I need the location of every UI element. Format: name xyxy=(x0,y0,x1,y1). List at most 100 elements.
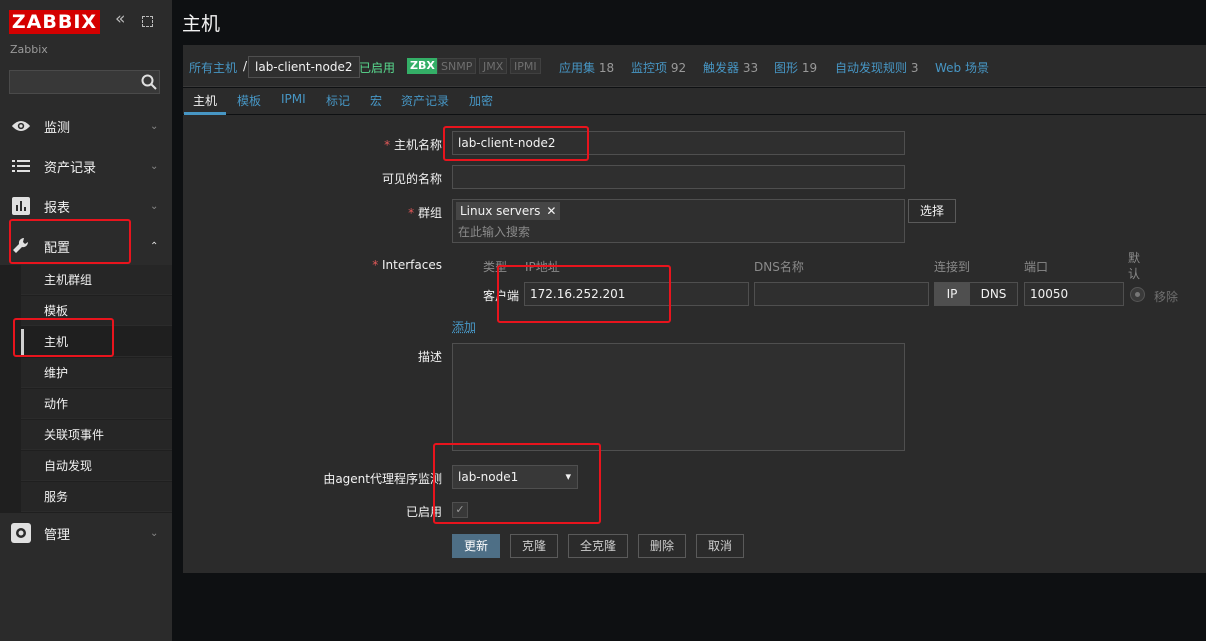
submenu-host-groups[interactable]: 主机群组 xyxy=(21,265,172,295)
interface-col-port: 端口 xyxy=(1024,260,1049,274)
interface-port-input[interactable]: 10050 xyxy=(1024,282,1124,306)
nav-applications[interactable]: 应用集 18 xyxy=(559,59,614,76)
host-name-label: * 主机名称 xyxy=(182,136,442,153)
chevron-up-icon: ⌃ xyxy=(150,240,159,252)
description-textarea[interactable] xyxy=(452,343,905,451)
menu-reports-label: 报表 xyxy=(44,200,71,216)
search-icon[interactable] xyxy=(140,73,158,91)
groups-label: * 群组 xyxy=(182,204,442,221)
nav-applications-label: 应用集 xyxy=(559,61,596,75)
breadcrumb-separator: / xyxy=(243,59,248,73)
full-clone-button[interactable]: 全克隆 xyxy=(568,534,628,558)
connect-to-ip-button[interactable]: IP xyxy=(934,282,970,306)
nav-items-count: 92 xyxy=(670,61,687,75)
tab-encryption[interactable]: 加密 xyxy=(469,92,493,109)
highlight-box-ip-address xyxy=(497,265,671,323)
tab-templates[interactable]: 模板 xyxy=(237,92,261,109)
required-mark: * xyxy=(384,138,391,152)
nav-graphs-label: 图形 xyxy=(774,61,799,75)
page-title: 主机 xyxy=(182,13,221,35)
submenu-discovery[interactable]: 自动发现 xyxy=(21,451,172,481)
nav-triggers[interactable]: 触发器 33 xyxy=(703,59,758,76)
kiosk-mode-icon[interactable] xyxy=(142,16,153,27)
nav-discovery-rules-label: 自动发现规则 xyxy=(835,61,908,75)
nav-triggers-count: 33 xyxy=(742,61,759,75)
group-chip-label: Linux servers xyxy=(460,204,541,218)
interfaces-label-text: Interfaces xyxy=(382,258,442,272)
enabled-label: 已启用 xyxy=(405,505,442,519)
chevron-down-icon: ⌄ xyxy=(150,160,159,172)
bar-chart-icon xyxy=(11,196,31,216)
interface-col-dns: DNS名称 xyxy=(754,260,804,274)
tab-macros[interactable]: 宏 xyxy=(370,92,382,109)
nav-discovery-rules-count: 3 xyxy=(910,61,919,75)
nav-applications-count: 18 xyxy=(598,61,615,75)
tab-tags[interactable]: 标记 xyxy=(326,92,350,109)
submenu-services[interactable]: 服务 xyxy=(21,482,172,512)
highlight-box-configuration xyxy=(9,219,131,264)
nav-items-label: 监控项 xyxy=(631,61,668,75)
clone-button[interactable]: 克隆 xyxy=(510,534,558,558)
required-mark: * xyxy=(372,258,379,272)
cancel-button[interactable]: 取消 xyxy=(696,534,744,558)
menu-administration[interactable]: 管理 ⌄ xyxy=(0,513,172,553)
availability-snmp-badge: SNMP xyxy=(437,58,477,74)
sidebar-search-input[interactable] xyxy=(9,70,160,94)
visible-name-label: 可见的名称 xyxy=(381,172,442,186)
nav-items[interactable]: 监控项 92 xyxy=(631,59,686,76)
delete-button[interactable]: 删除 xyxy=(638,534,686,558)
highlight-box-hosts xyxy=(13,318,114,357)
connect-to-dns-button[interactable]: DNS xyxy=(969,282,1018,306)
breadcrumb-all-hosts[interactable]: 所有主机 xyxy=(189,59,237,76)
menu-inventory-label: 资产记录 xyxy=(44,160,97,176)
availability-ipmi-badge: IPMI xyxy=(510,58,541,74)
nav-web-scenarios-label: Web 场景 xyxy=(935,61,989,75)
remove-interface-link[interactable]: 移除 xyxy=(1154,288,1178,305)
nav-triggers-label: 触发器 xyxy=(703,61,740,75)
interface-dns-input[interactable] xyxy=(754,282,929,306)
nav-graphs-count: 19 xyxy=(801,61,818,75)
host-name-label-text: 主机名称 xyxy=(393,138,442,152)
tab-host[interactable]: 主机 xyxy=(193,92,217,109)
submenu-event-correlation[interactable]: 关联项事件 xyxy=(21,420,172,450)
eye-icon xyxy=(11,116,31,136)
update-button[interactable]: 更新 xyxy=(452,534,500,558)
group-chip-linux-servers: Linux servers ✕ xyxy=(456,202,561,220)
interface-col-connect: 连接到 xyxy=(934,260,971,274)
configuration-submenu: 主机群组 模板 主机 维护 动作 关联项事件 自动发现 服务 xyxy=(0,265,172,513)
groups-search-placeholder[interactable]: 在此输入搜索 xyxy=(458,223,530,240)
nav-discovery-rules[interactable]: 自动发现规则 3 xyxy=(835,59,918,76)
submenu-maintenance[interactable]: 维护 xyxy=(21,358,172,388)
availability-jmx-badge: JMX xyxy=(479,58,508,74)
interface-col-default: 默认 xyxy=(1128,251,1141,281)
required-mark: * xyxy=(408,206,415,220)
default-interface-radio[interactable] xyxy=(1130,287,1145,302)
description-label: 描述 xyxy=(417,350,442,364)
menu-monitoring[interactable]: 监测 ⌄ xyxy=(0,106,172,146)
zabbix-logo[interactable]: ZABBIX xyxy=(9,10,100,34)
collapse-sidebar-icon[interactable]: « xyxy=(115,9,126,29)
add-interface-link[interactable]: 添加 xyxy=(452,318,476,335)
host-status-enabled[interactable]: 已启用 xyxy=(359,59,395,76)
gear-icon xyxy=(11,523,31,543)
nav-graphs[interactable]: 图形 19 xyxy=(774,59,817,76)
tab-ipmi[interactable]: IPMI xyxy=(281,92,306,106)
tab-inventory[interactable]: 资产记录 xyxy=(401,92,449,109)
menu-administration-label: 管理 xyxy=(44,527,71,543)
menu-monitoring-label: 监测 xyxy=(44,120,71,136)
visible-name-input[interactable] xyxy=(452,165,905,189)
chevron-down-icon: ⌄ xyxy=(150,527,159,539)
menu-inventory[interactable]: 资产记录 ⌄ xyxy=(0,146,172,186)
server-name: Zabbix xyxy=(10,43,48,56)
submenu-actions[interactable]: 动作 xyxy=(21,389,172,419)
select-groups-button[interactable]: 选择 xyxy=(908,199,956,223)
highlight-box-host-name xyxy=(443,126,589,161)
chevron-down-icon: ⌄ xyxy=(150,120,159,132)
remove-chip-icon[interactable]: ✕ xyxy=(546,204,556,218)
interfaces-label: * Interfaces xyxy=(182,258,442,272)
groups-label-text: 群组 xyxy=(417,206,442,220)
list-icon xyxy=(11,156,31,176)
chevron-down-icon: ⌄ xyxy=(150,200,159,212)
breadcrumb-current-host[interactable]: lab-client-node2 xyxy=(248,56,360,78)
nav-web-scenarios[interactable]: Web 场景 xyxy=(935,59,989,76)
